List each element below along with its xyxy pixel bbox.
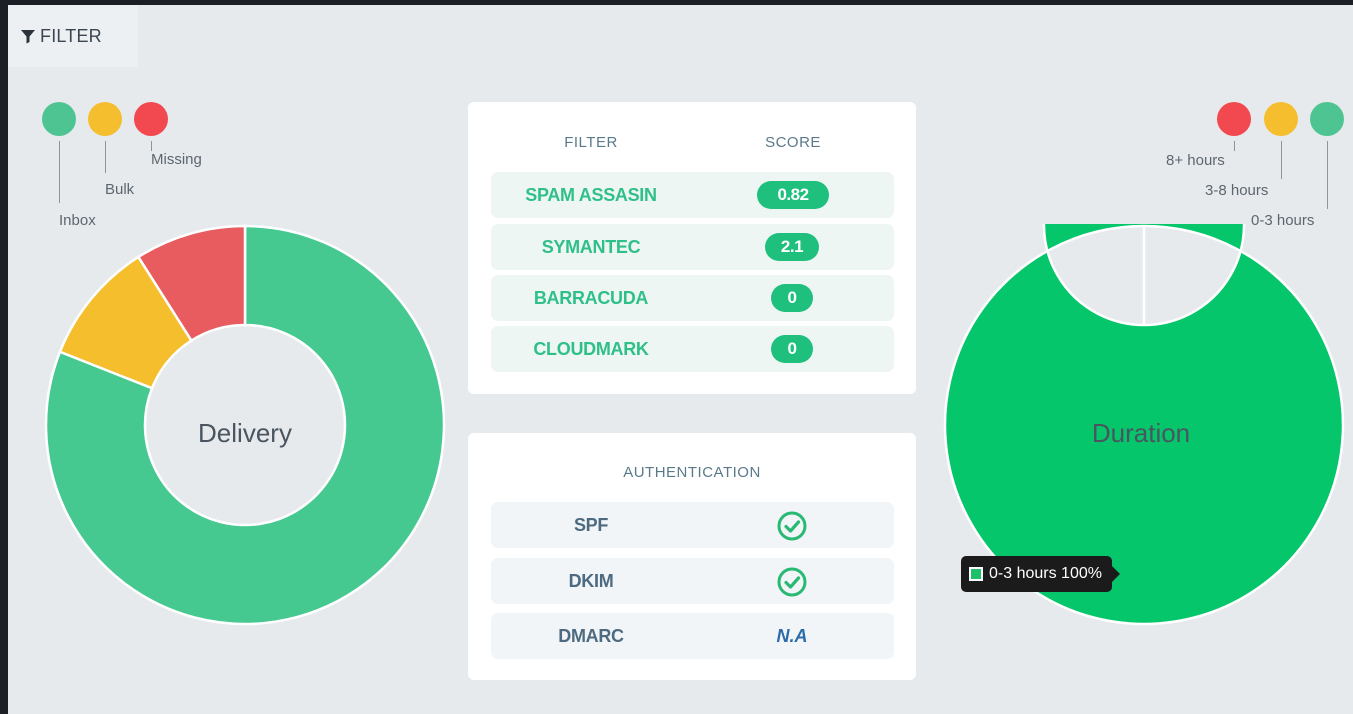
auth-row-dkim: DKIM <box>491 558 894 604</box>
report-panel: FILTER Inbox Bulk Missing Delivery FILTE… <box>8 5 1353 714</box>
filter-name: SYMANTEC <box>541 237 641 257</box>
legend-line-bulk <box>105 141 106 173</box>
legend-dot-inbox <box>42 102 76 136</box>
authentication-header: AUTHENTICATION <box>623 464 761 481</box>
legend-line-0-3-hours <box>1327 141 1328 209</box>
filter-name: BARRACUDA <box>533 288 649 308</box>
duration-chart-label: Duration <box>1091 418 1191 448</box>
legend-line-8plus-hours <box>1234 141 1235 151</box>
legend-dot-3-8-hours <box>1264 102 1298 136</box>
score-badge: 0 <box>771 335 813 363</box>
filter-column-header: FILTER <box>564 134 618 151</box>
auth-name: DKIM <box>568 571 614 591</box>
auth-row-dmarc: DMARC N.A <box>491 613 894 659</box>
filter-score-card: FILTER SCORE SPAM ASSASIN 0.82 SYMANTEC … <box>468 102 916 394</box>
filter-name: CLOUDMARK <box>533 339 649 359</box>
auth-row-spf: SPF <box>491 502 894 548</box>
filter-name: SPAM ASSASIN <box>525 185 657 205</box>
score-badge: 2.1 <box>765 233 819 261</box>
tooltip-swatch <box>969 567 983 581</box>
filter-funnel-icon <box>20 28 36 44</box>
legend-dot-missing <box>134 102 168 136</box>
legend-line-missing <box>151 141 152 151</box>
filter-button[interactable]: FILTER <box>8 5 138 67</box>
check-icon <box>776 510 808 547</box>
legend-label-8plus-hours: 8+ hours <box>1166 152 1225 169</box>
legend-label-3-8-hours: 3-8 hours <box>1205 182 1269 199</box>
filter-row-cloudmark: CLOUDMARK 0 <box>491 326 894 372</box>
score-badge: 0 <box>771 284 813 312</box>
authentication-card: AUTHENTICATION SPF DKIM DMARC N.A <box>468 433 916 680</box>
legend-label-bulk: Bulk <box>105 181 135 198</box>
legend-label-missing: Missing <box>151 151 202 168</box>
legend-dot-8plus-hours <box>1217 102 1251 136</box>
filter-row-barracuda: BARRACUDA 0 <box>491 275 894 321</box>
score-column-header: SCORE <box>765 134 821 151</box>
tooltip-text: 0-3 hours 100% <box>989 565 1102 582</box>
filter-row-spam-assasin: SPAM ASSASIN 0.82 <box>491 172 894 218</box>
filter-button-label: FILTER <box>40 25 102 46</box>
delivery-chart-label: Delivery <box>198 418 292 448</box>
legend-line-3-8-hours <box>1281 141 1282 179</box>
auth-name: DMARC <box>558 626 624 646</box>
score-badge: 0.82 <box>757 181 829 209</box>
auth-name: SPF <box>573 515 609 535</box>
legend-dot-bulk <box>88 102 122 136</box>
legend-dot-0-3-hours <box>1310 102 1344 136</box>
auth-status-na: N.A <box>776 626 808 646</box>
check-icon <box>776 566 808 603</box>
legend-line-inbox <box>59 141 60 203</box>
chart-tooltip: 0-3 hours 100% <box>961 556 1120 592</box>
filter-row-symantec: SYMANTEC 2.1 <box>491 224 894 270</box>
